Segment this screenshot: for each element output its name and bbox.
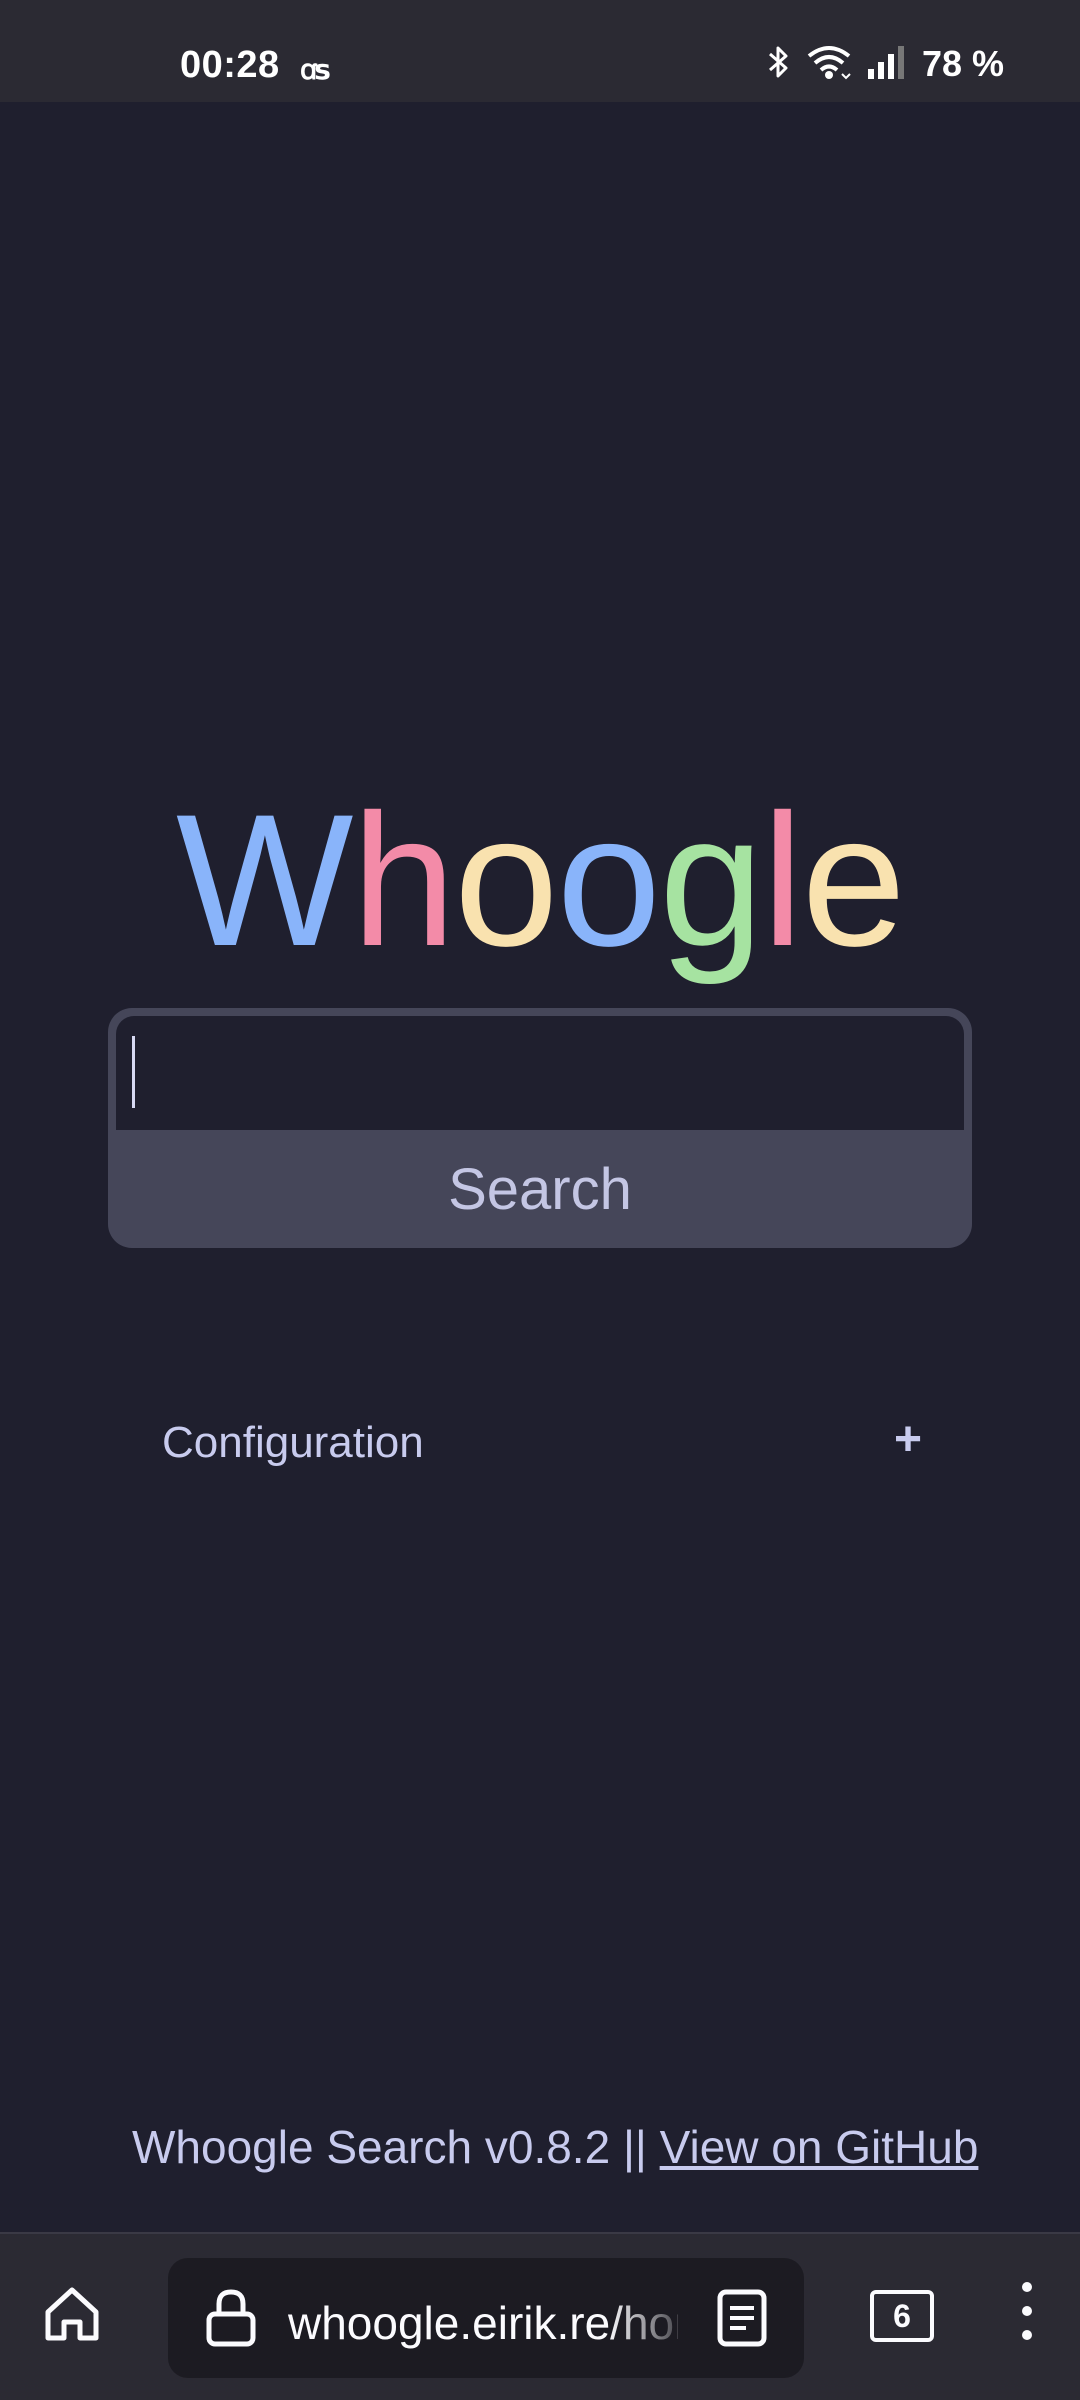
status-icons: 78 % (752, 42, 1004, 86)
screen: 00:28 ꭤꜱ 78 % Whoogle Search Configurati… (0, 0, 1080, 2400)
signal-icon (866, 45, 906, 84)
logo-letter: o (453, 775, 559, 985)
menu-icon[interactable] (1012, 2282, 1042, 2352)
logo-letter: l (761, 775, 804, 985)
home-icon[interactable] (40, 2282, 104, 2346)
search-form: Search (108, 1008, 972, 1248)
tabs-counter[interactable]: 6 (870, 2290, 934, 2342)
logo-letter: W (175, 775, 353, 985)
logo-letter: e (801, 775, 906, 985)
configuration-toggle[interactable]: Configuration + (162, 1408, 922, 1478)
logo-letter: h (351, 775, 456, 985)
whoogle-logo: Whoogle (0, 770, 1080, 990)
logo-letter: g (659, 775, 764, 985)
search-input[interactable] (116, 1016, 964, 1130)
reader-view-icon[interactable] (716, 2288, 768, 2353)
expand-plus-icon[interactable]: + (894, 1412, 922, 1467)
lastfm-icon: ꭤꜱ (300, 54, 331, 85)
battery-level: 78 % (921, 43, 1004, 84)
search-button[interactable]: Search (108, 1130, 972, 1248)
url-bar[interactable]: whoogle.eirik.re/home (168, 2258, 804, 2378)
lock-icon[interactable] (204, 2288, 258, 2353)
logo-letter: o (556, 775, 662, 985)
footer-version-text: Whoogle Search v0.8.2 || (132, 2121, 660, 2173)
wifi-icon (806, 44, 852, 85)
bluetooth-icon (766, 44, 792, 85)
github-link[interactable]: View on GitHub (660, 2121, 979, 2173)
status-time: 00:28 (180, 44, 280, 86)
footer: Whoogle Search v0.8.2 || View on GitHub (132, 2120, 1012, 2174)
url-fade (608, 2258, 718, 2378)
configuration-label: Configuration (162, 1418, 424, 1467)
browser-toolbar: whoogle.eirik.re/home 6 (0, 2232, 1080, 2400)
status-bar: 00:28 ꭤꜱ 78 % (0, 0, 1080, 102)
text-cursor (132, 1036, 135, 1108)
